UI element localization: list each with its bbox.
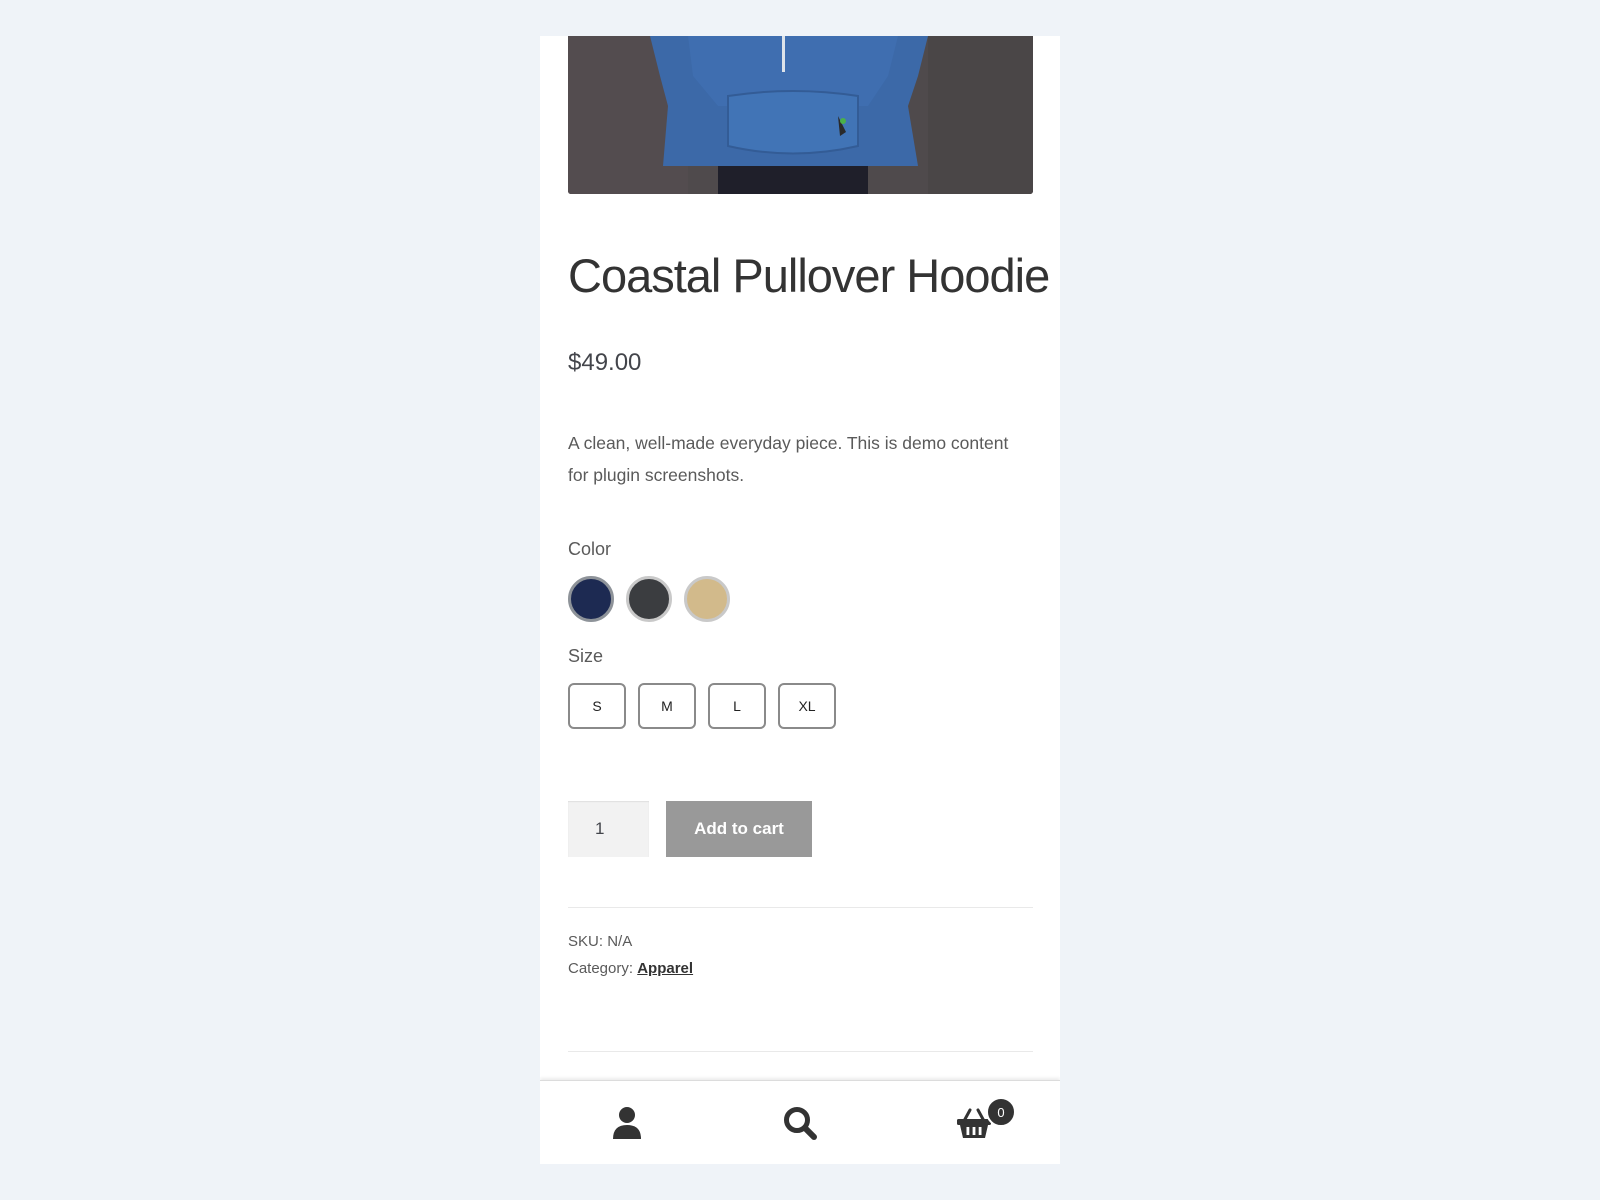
size-options: S M L XL (568, 683, 1033, 729)
color-swatch-tan[interactable] (684, 576, 730, 622)
product-page: Coastal Pullover Hoodie $49.00 A clean, … (540, 36, 1060, 1164)
quantity-input[interactable] (568, 801, 649, 857)
color-swatches (568, 576, 1033, 622)
size-option-m[interactable]: M (638, 683, 696, 729)
product-meta: SKU: N/A Category: Apparel (568, 928, 1033, 982)
size-label: Size (568, 646, 604, 666)
size-option-s[interactable]: S (568, 683, 626, 729)
size-option-xl[interactable]: XL (778, 683, 836, 729)
product-content: Coastal Pullover Hoodie $49.00 A clean, … (568, 36, 1050, 1052)
category-row: Category: Apparel (568, 955, 1033, 982)
color-swatch-charcoal[interactable] (626, 576, 672, 622)
search-button[interactable] (713, 1081, 886, 1164)
product-description: A clean, well-made everyday piece. This … (568, 433, 1009, 485)
sku-label: SKU: (568, 933, 604, 950)
divider (568, 1051, 1033, 1052)
product-title: Coastal Pullover Hoodie (568, 249, 1050, 302)
category-link[interactable]: Apparel (637, 960, 693, 977)
product-image (568, 36, 1033, 194)
account-button[interactable] (540, 1081, 713, 1164)
cart-count-badge: 0 (986, 1097, 1016, 1127)
add-to-cart-button[interactable]: Add to cart (666, 801, 812, 857)
cart-button[interactable]: 0 (887, 1081, 1060, 1164)
add-to-cart-form: Add to cart (568, 801, 1033, 857)
category-label: Category: (568, 960, 634, 977)
color-label: Color (568, 539, 612, 559)
search-icon (783, 1107, 817, 1140)
sku-row: SKU: N/A (568, 928, 1033, 955)
product-price: $49.00 (568, 349, 642, 376)
size-option-l[interactable]: L (708, 683, 766, 729)
user-icon (612, 1107, 641, 1139)
color-swatch-navy[interactable] (568, 576, 614, 622)
mobile-footer-bar: 0 (540, 1080, 1060, 1164)
divider (568, 907, 1033, 908)
sku-value: N/A (607, 933, 633, 950)
